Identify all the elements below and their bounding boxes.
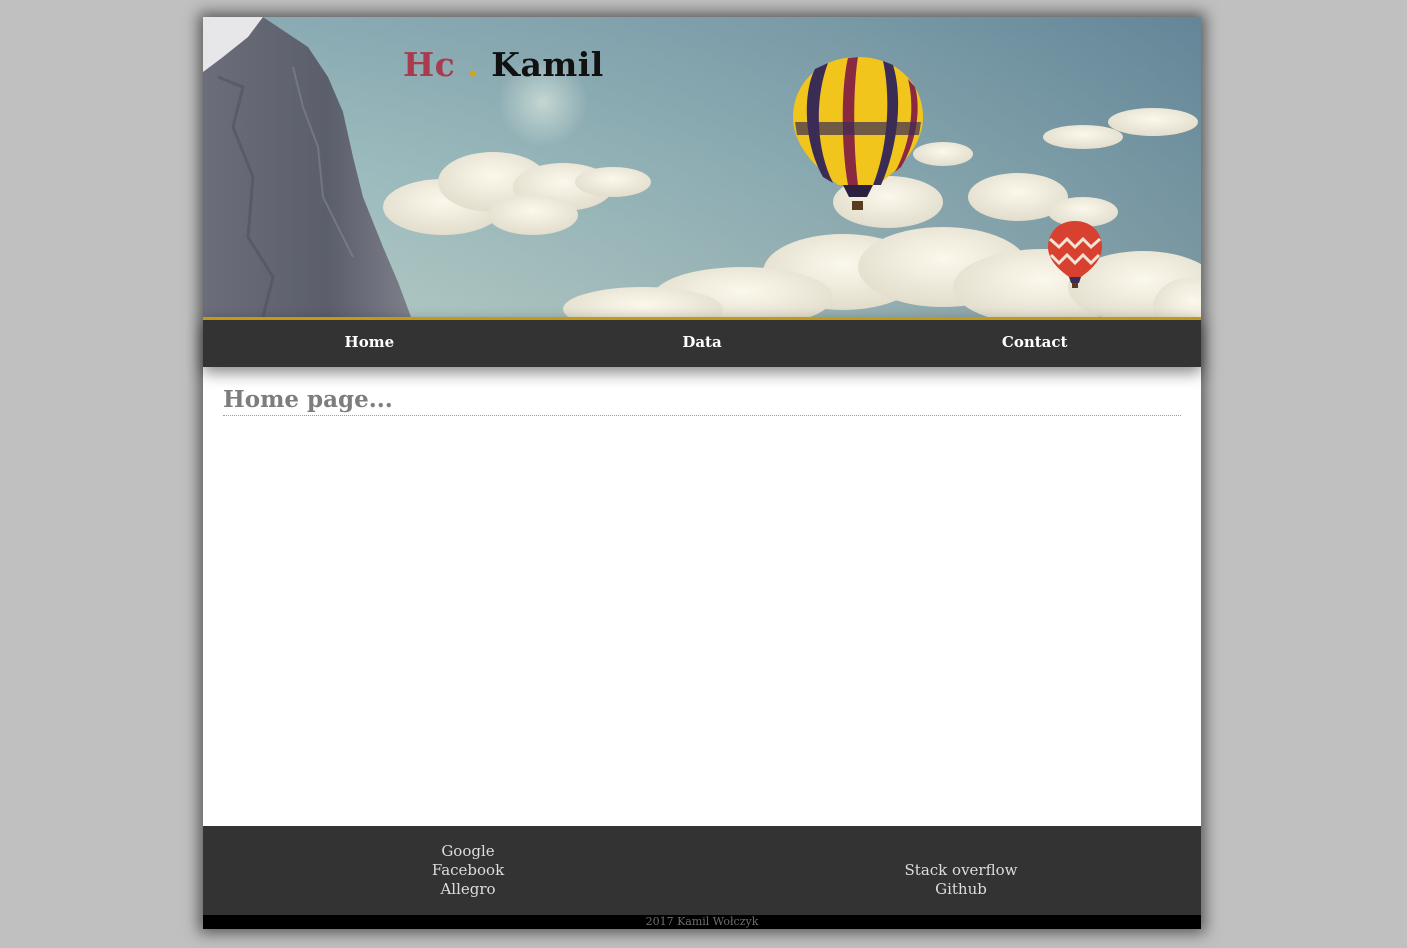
footer-link-allegro[interactable]: Allegro bbox=[368, 880, 568, 899]
nav-item-data[interactable]: Data bbox=[536, 320, 869, 367]
footer: Google Facebook Allegro Stack overflow G… bbox=[203, 826, 1201, 915]
main-content: Home page... bbox=[203, 367, 1201, 826]
header-banner: Hc . Kamil bbox=[203, 17, 1201, 317]
footer-link-github[interactable]: Github bbox=[861, 880, 1061, 899]
nav-item-contact[interactable]: Contact bbox=[868, 320, 1201, 367]
footer-link-facebook[interactable]: Facebook bbox=[368, 861, 568, 880]
footer-link-google[interactable]: Google bbox=[368, 842, 568, 861]
nav-item-home[interactable]: Home bbox=[203, 320, 536, 367]
banner-image bbox=[203, 17, 1201, 317]
logo-dot: . bbox=[467, 45, 480, 84]
footer-links-left: Google Facebook Allegro bbox=[368, 842, 568, 899]
logo-text-kamil: Kamil bbox=[491, 45, 604, 84]
site-logo[interactable]: Hc . Kamil bbox=[403, 45, 604, 85]
footer-link-stack-overflow[interactable]: Stack overflow bbox=[861, 861, 1061, 880]
copyright-bar: 2017 Kamil Wołczyk bbox=[203, 915, 1201, 929]
main-navigation: Home Data Contact bbox=[203, 317, 1201, 367]
page-title: Home page... bbox=[223, 385, 1181, 416]
footer-links-right: Stack overflow Github bbox=[861, 861, 1061, 899]
logo-text-hc: Hc bbox=[403, 45, 456, 84]
page-container: Hc . Kamil Home Data Contact Home page..… bbox=[203, 17, 1201, 929]
